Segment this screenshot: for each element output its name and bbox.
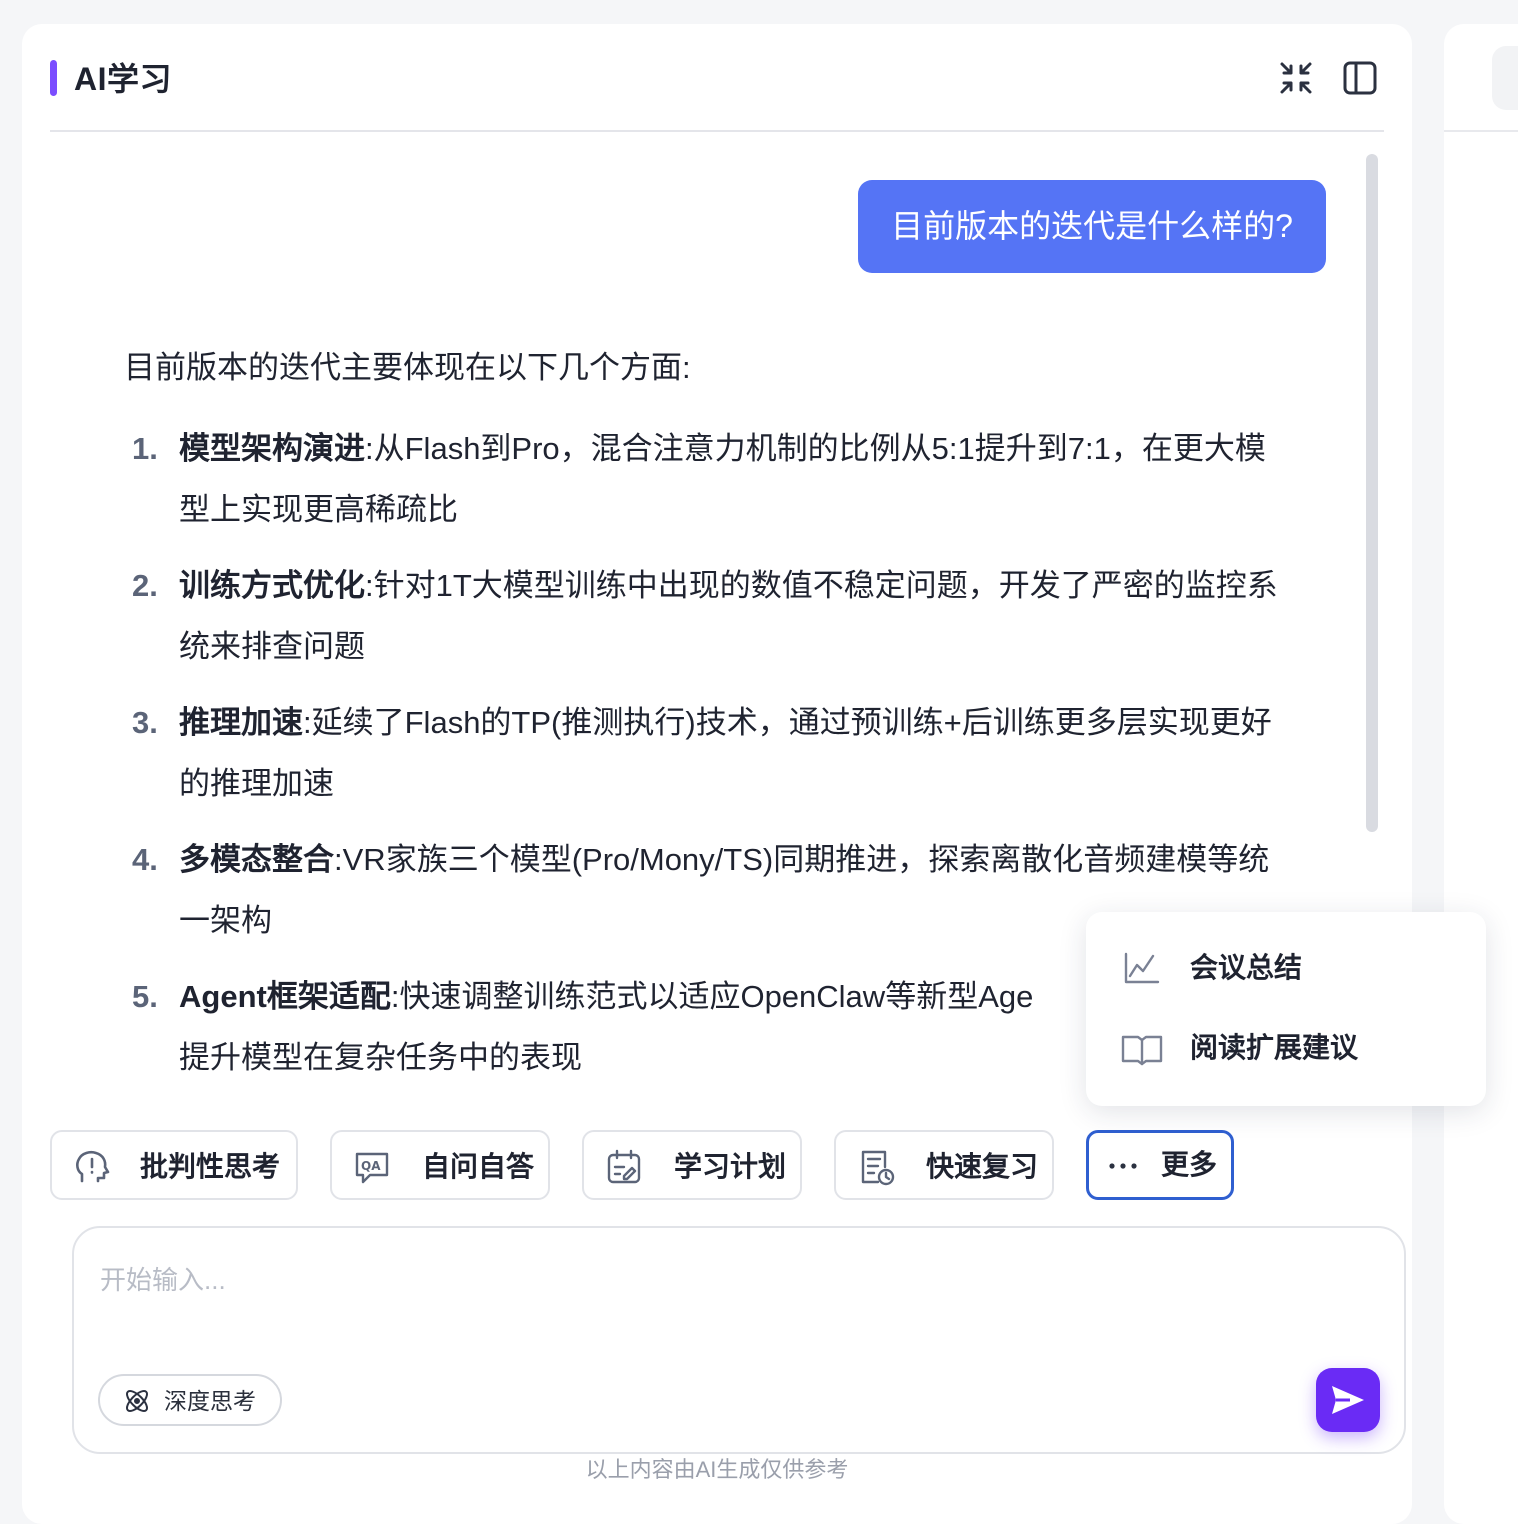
open-book-icon <box>1121 1035 1163 1066</box>
menu-item-reading-suggestions[interactable]: 阅读扩展建议 <box>1120 1018 1460 1078</box>
more-menu-popup: 会议总结 阅读扩展建议 <box>1086 912 1486 1106</box>
quick-review-button[interactable]: 快速复习 <box>834 1130 1054 1200</box>
self-qa-button[interactable]: QA 自问自答 <box>330 1130 550 1200</box>
user-message-bubble: 目前版本的迭代是什么样的? <box>858 180 1326 273</box>
list-item: 2. 训练方式优化:针对1T大模型训练中出现的数值不稳定问题，开发了严密的监控系… <box>132 568 1278 664</box>
answer-intro: 目前版本的迭代主要体现在以下几个方面: <box>124 350 691 385</box>
document-clock-icon <box>861 1150 895 1186</box>
menu-item-meeting-summary[interactable]: 会议总结 <box>1120 938 1460 998</box>
title-accent-bar <box>50 60 57 96</box>
study-plan-button[interactable]: 学习计划 <box>582 1130 802 1200</box>
list-item: 3. 推理加速:延续了Flash的TP(推测执行)技术，通过预训练+后训练更多层… <box>132 705 1272 801</box>
ai-disclaimer: 以上内容由AI生成仅供参考 <box>585 1457 849 1482</box>
calendar-edit-icon <box>607 1149 641 1184</box>
line-chart-icon <box>1124 952 1160 984</box>
message-input[interactable] <box>98 1258 1282 1362</box>
page-title: AI学习 <box>74 61 173 97</box>
atom-icon <box>126 1390 148 1412</box>
svg-text:QA: QA <box>361 1159 381 1173</box>
secondary-panel-tab[interactable] <box>1492 46 1518 110</box>
list-item: 1. 模型架构演进:从Flash到Pro，混合注意力机制的比例从5:1提升到7:… <box>132 431 1266 527</box>
deep-think-toggle[interactable]: 深度思考 <box>98 1374 282 1426</box>
qa-bubble-icon: QA <box>355 1152 389 1184</box>
secondary-panel <box>1444 24 1518 1524</box>
ellipsis-icon <box>1109 1163 1137 1169</box>
ai-learning-panel: AI学习 目前版本的迭代是什么样的? 目前版本的迭代主要体现在以下几个方面: 1… <box>22 24 1412 1524</box>
head-alert-icon <box>76 1150 110 1183</box>
secondary-panel-divider <box>1444 130 1518 132</box>
send-button[interactable] <box>1316 1368 1380 1432</box>
sidebar-toggle-icon[interactable] <box>1340 58 1380 98</box>
chat-scrollbar[interactable] <box>1366 154 1378 832</box>
more-button[interactable]: 更多 <box>1086 1130 1234 1200</box>
message-composer: 深度思考 <box>72 1226 1406 1454</box>
panel-header: AI学习 <box>50 24 1384 132</box>
send-icon <box>1332 1386 1364 1414</box>
collapse-icon[interactable] <box>1276 58 1316 98</box>
critical-thinking-button[interactable]: 批判性思考 <box>50 1130 298 1200</box>
